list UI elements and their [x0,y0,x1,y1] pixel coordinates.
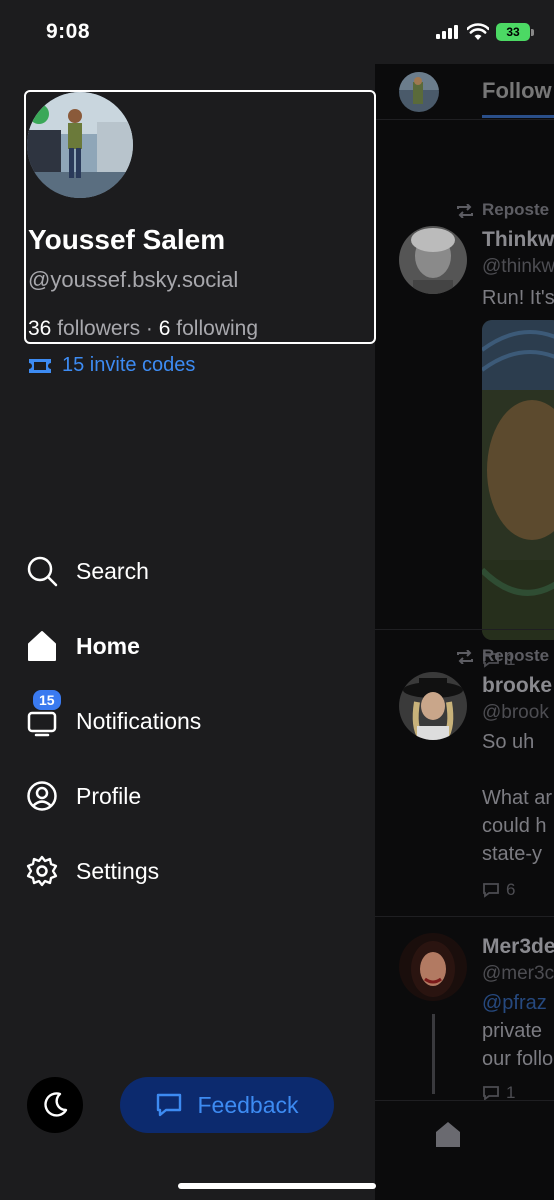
nav-search[interactable]: Search [26,551,149,591]
nav-settings[interactable]: Settings [26,851,159,891]
profile-avatar[interactable] [27,92,133,198]
home-tab-icon[interactable] [433,1119,463,1149]
post-avatar[interactable] [399,672,467,740]
repost-label: Reposte [482,646,550,665]
comment-count-value: 6 [506,880,516,899]
wifi-icon [467,23,489,40]
nav-profile-label: Profile [76,782,142,809]
comment-icon [483,1086,499,1101]
feedback-button[interactable]: Feedback [120,1077,334,1133]
profile-name: Youssef Salem [28,224,226,255]
nav-settings-label: Settings [76,857,160,884]
tab-underline [482,115,554,118]
nav-home[interactable]: Home [26,626,140,666]
post-author-handle[interactable]: @mer3c [482,963,554,985]
profile-handle: @youssef.bsky.social [28,267,239,292]
post-author-name[interactable]: Thinkw [482,228,554,252]
moon-icon [44,1092,68,1117]
comment-icon [483,883,499,898]
gear-icon [26,855,58,887]
followers-count: 36 [28,317,52,340]
post-author-name[interactable]: brooke [482,674,552,698]
following-count: 6 [158,317,171,340]
followers-label: followers [57,317,141,340]
follow-stats[interactable]: 36 followers · 6 following [28,317,258,341]
ticket-icon [29,358,51,373]
battery-tip [531,29,534,36]
theme-toggle-button[interactable] [27,1077,83,1133]
user-circle-icon [26,780,58,812]
tab-following[interactable]: Follow [482,78,552,104]
post-divider [375,629,554,630]
post-image[interactable] [482,320,554,640]
post-author-name[interactable]: Mer3de [482,935,554,959]
status-time: 9:08 [46,20,91,43]
nav-notifications-label: Notifications [76,707,202,734]
post-avatar[interactable] [399,933,467,1001]
notifications-badge: 15 [33,690,61,710]
nav-profile[interactable]: Profile [26,776,141,816]
invite-codes-label: 15 invite codes [62,354,196,376]
nav-home-label: Home [76,632,140,659]
post-divider [375,916,554,917]
post-text: Run! It's [482,287,554,309]
post-author-handle[interactable]: @brook [482,702,549,724]
status-bar: 9:08 33 [0,0,554,64]
battery-indicator: 33 [496,23,530,41]
message-icon [157,1093,182,1117]
repost-icon [457,650,473,664]
post-text: What ar could h state-y [482,787,553,865]
mention-link[interactable]: @pfraz [482,992,547,1014]
following-label: following [176,317,259,340]
feed-header: Follow [375,64,554,120]
stats-separator: · [145,317,153,340]
cellular-signal-icon [436,25,458,39]
home-icon [26,630,58,662]
home-feed: Follow Reposte Thinkw @thinkw Run! It's … [375,64,554,1200]
repost-label: Reposte [482,200,550,219]
post-text: private our follo [482,1020,554,1070]
post-avatar[interactable] [399,226,467,294]
home-indicator [178,1183,376,1189]
thread-line [432,1014,435,1094]
invite-codes-button[interactable]: 15 invite codes [28,354,195,377]
post-author-handle[interactable]: @thinkw [482,256,554,278]
bell-icon: 15 [26,690,61,737]
feedback-label: Feedback [197,1091,299,1118]
user-avatar-small[interactable] [399,72,439,112]
nav-search-label: Search [76,557,149,584]
repost-icon [457,204,473,218]
bottom-tab-bar [375,1100,554,1200]
post-text: So uh [482,731,535,753]
comment-count[interactable]: 6 [482,880,515,900]
post-mention[interactable]: @pfraz [482,989,547,1017]
nav-notifications[interactable]: 15 Notifications [26,690,202,741]
side-drawer: Youssef Salem @youssef.bsky.social 36 fo… [0,64,376,1200]
search-icon [26,555,58,587]
